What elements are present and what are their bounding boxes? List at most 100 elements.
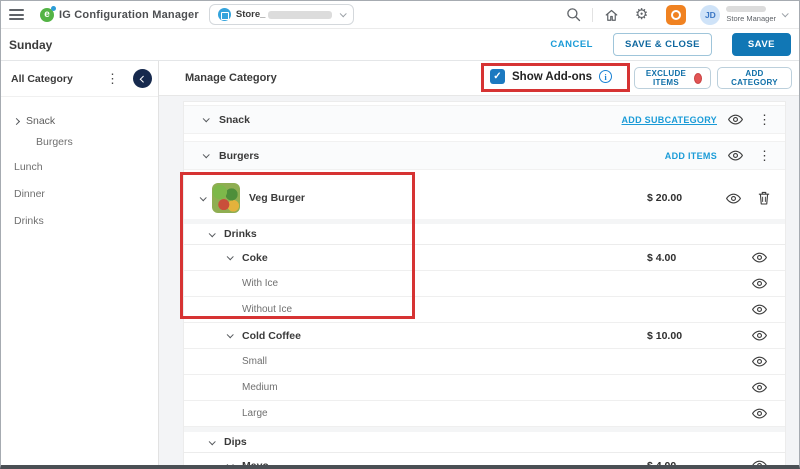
app-launcher-icon[interactable] bbox=[666, 4, 687, 25]
sidebar-item-label: Snack bbox=[26, 115, 56, 127]
save-button[interactable]: SAVE bbox=[731, 33, 791, 56]
avatar[interactable]: JD bbox=[700, 4, 721, 25]
sidebar-header: All Category ⋮ bbox=[1, 61, 158, 97]
eye-icon[interactable] bbox=[752, 252, 767, 263]
manage-category-panel: Snack ADD SUBCATEGORY ⋮ Burgers ADD ITEM… bbox=[183, 101, 786, 469]
show-addons-toggle[interactable]: ✓ Show Add-ons i bbox=[490, 69, 613, 84]
addon-price: $ 4.00 bbox=[647, 251, 677, 264]
gear-icon[interactable]: ⚙ bbox=[635, 7, 648, 22]
toolbar-buttons: CANCEL SAVE & CLOSE SAVE bbox=[550, 33, 791, 56]
top-app-bar: e IG Configuration Manager Store_ ⚙ JD S… bbox=[1, 1, 799, 29]
variant-label: Without Ice bbox=[242, 304, 293, 315]
variant-row-without-ice[interactable]: Without Ice bbox=[184, 297, 785, 323]
sidebar-item-burgers[interactable]: Burgers bbox=[14, 136, 158, 148]
sidebar-item-dinner[interactable]: Dinner bbox=[14, 188, 158, 200]
sidebar-title: All Category bbox=[11, 72, 73, 85]
eye-icon[interactable] bbox=[752, 408, 767, 419]
addon-row-mayo[interactable]: Mayo $ 4.00 bbox=[184, 453, 785, 469]
eye-icon[interactable] bbox=[752, 330, 767, 341]
redacted-store-name bbox=[268, 10, 333, 19]
kebab-menu-icon[interactable]: ⋮ bbox=[758, 149, 771, 162]
category-label: Burgers bbox=[219, 149, 260, 162]
sidebar-item-lunch[interactable]: Lunch bbox=[14, 161, 158, 173]
info-icon[interactable]: i bbox=[599, 70, 613, 83]
manage-category-header: Manage Category ✓ Show Add-ons i EXCLUDE… bbox=[159, 61, 799, 96]
add-category-button[interactable]: ADD CATEGORY bbox=[717, 67, 792, 89]
search-icon[interactable] bbox=[566, 7, 581, 22]
addon-price: $ 4.00 bbox=[647, 459, 677, 469]
page-toolbar: Sunday CANCEL SAVE & CLOSE SAVE bbox=[1, 29, 799, 61]
section-title: Manage Category bbox=[185, 72, 277, 84]
item-label: Veg Burger bbox=[249, 192, 306, 204]
chevron-down-icon[interactable] bbox=[208, 229, 216, 237]
eye-icon[interactable] bbox=[728, 150, 743, 161]
home-icon[interactable] bbox=[604, 8, 619, 22]
chevron-down-icon[interactable] bbox=[226, 331, 234, 339]
addon-row-cold-coffee[interactable]: Cold Coffee $ 10.00 bbox=[184, 323, 785, 349]
sidebar-collapse-button[interactable] bbox=[133, 69, 152, 88]
exclude-items-label: EXCLUDE ITEMS bbox=[645, 69, 687, 87]
category-row-burgers[interactable]: Burgers ADD ITEMS ⋮ bbox=[184, 141, 785, 170]
addon-group-row-dips[interactable]: Dips bbox=[184, 427, 785, 453]
chevron-down-icon[interactable] bbox=[199, 193, 207, 201]
top-bar-actions: ⚙ JD Store Manager bbox=[566, 4, 789, 25]
exclude-items-button[interactable]: EXCLUDE ITEMS bbox=[634, 67, 711, 89]
cancel-button[interactable]: CANCEL bbox=[550, 39, 593, 50]
add-subcategory-link[interactable]: ADD SUBCATEGORY bbox=[621, 115, 717, 125]
sidebar-item-label: Drinks bbox=[14, 215, 44, 227]
hamburger-menu-icon[interactable] bbox=[9, 9, 24, 20]
eye-icon[interactable] bbox=[728, 114, 743, 125]
category-label: Snack bbox=[219, 113, 250, 126]
sidebar-item-drinks[interactable]: Drinks bbox=[14, 215, 158, 227]
chevron-down-icon[interactable] bbox=[202, 115, 210, 123]
eye-icon[interactable] bbox=[752, 278, 767, 289]
addon-group-label: Drinks bbox=[224, 228, 257, 240]
kebab-menu-icon[interactable]: ⋮ bbox=[758, 113, 771, 126]
variant-label: Small bbox=[242, 356, 268, 367]
kebab-menu-icon[interactable]: ⋮ bbox=[106, 72, 119, 85]
addon-group-row-drinks[interactable]: Drinks bbox=[184, 219, 785, 245]
addon-group-label: Dips bbox=[224, 436, 247, 448]
variant-row-medium[interactable]: Medium bbox=[184, 375, 785, 401]
logo-icon: e bbox=[40, 5, 56, 22]
chevron-right-icon bbox=[12, 117, 21, 125]
item-row-veg-burger[interactable]: Veg Burger $ 20.00 bbox=[184, 177, 785, 219]
addon-label: Cold Coffee bbox=[242, 329, 301, 342]
store-selector[interactable]: Store_ bbox=[208, 4, 355, 25]
chevron-down-icon[interactable] bbox=[781, 10, 789, 18]
addon-row-coke[interactable]: Coke $ 4.00 bbox=[184, 245, 785, 271]
chevron-down-icon[interactable] bbox=[202, 151, 210, 159]
sidebar-item-label: Burgers bbox=[36, 136, 73, 148]
store-icon bbox=[217, 8, 231, 21]
eye-icon[interactable] bbox=[726, 193, 741, 204]
show-addons-label: Show Add-ons bbox=[512, 70, 593, 83]
variant-label: Medium bbox=[242, 382, 278, 393]
variant-row-large[interactable]: Large bbox=[184, 401, 785, 427]
sidebar-item-snack[interactable]: Snack bbox=[12, 115, 158, 127]
sidebar-category-list: Snack Burgers Lunch Dinner Drinks bbox=[1, 97, 158, 227]
page-title: Sunday bbox=[9, 37, 53, 52]
save-and-close-button[interactable]: SAVE & CLOSE bbox=[612, 33, 712, 56]
checkbox-checked-icon[interactable]: ✓ bbox=[490, 69, 505, 84]
add-category-label: ADD CATEGORY bbox=[731, 69, 778, 87]
variant-row-small[interactable]: Small bbox=[184, 349, 785, 375]
item-price: $ 20.00 bbox=[647, 192, 683, 204]
eye-icon[interactable] bbox=[752, 382, 767, 393]
category-sidebar: All Category ⋮ Snack Burgers Lunch Dinne… bbox=[1, 61, 159, 465]
configuration-manager-window: e IG Configuration Manager Store_ ⚙ JD S… bbox=[0, 0, 800, 469]
sidebar-item-label: Dinner bbox=[14, 188, 45, 200]
category-row-snack[interactable]: Snack ADD SUBCATEGORY ⋮ bbox=[184, 105, 785, 134]
eye-icon[interactable] bbox=[752, 460, 767, 465]
sidebar-item-label: Lunch bbox=[14, 161, 43, 173]
add-items-link[interactable]: ADD ITEMS bbox=[665, 151, 717, 161]
chevron-down-icon[interactable] bbox=[208, 437, 216, 445]
variant-row-with-ice[interactable]: With Ice bbox=[184, 271, 785, 297]
user-role-label: Store Manager bbox=[726, 14, 776, 23]
divider bbox=[591, 7, 593, 22]
eye-icon[interactable] bbox=[752, 356, 767, 367]
chevron-down-icon[interactable] bbox=[226, 253, 234, 261]
trash-icon[interactable] bbox=[758, 191, 770, 205]
eye-icon[interactable] bbox=[752, 304, 767, 315]
variant-label: With Ice bbox=[242, 278, 279, 289]
chevron-down-icon[interactable] bbox=[226, 461, 234, 465]
